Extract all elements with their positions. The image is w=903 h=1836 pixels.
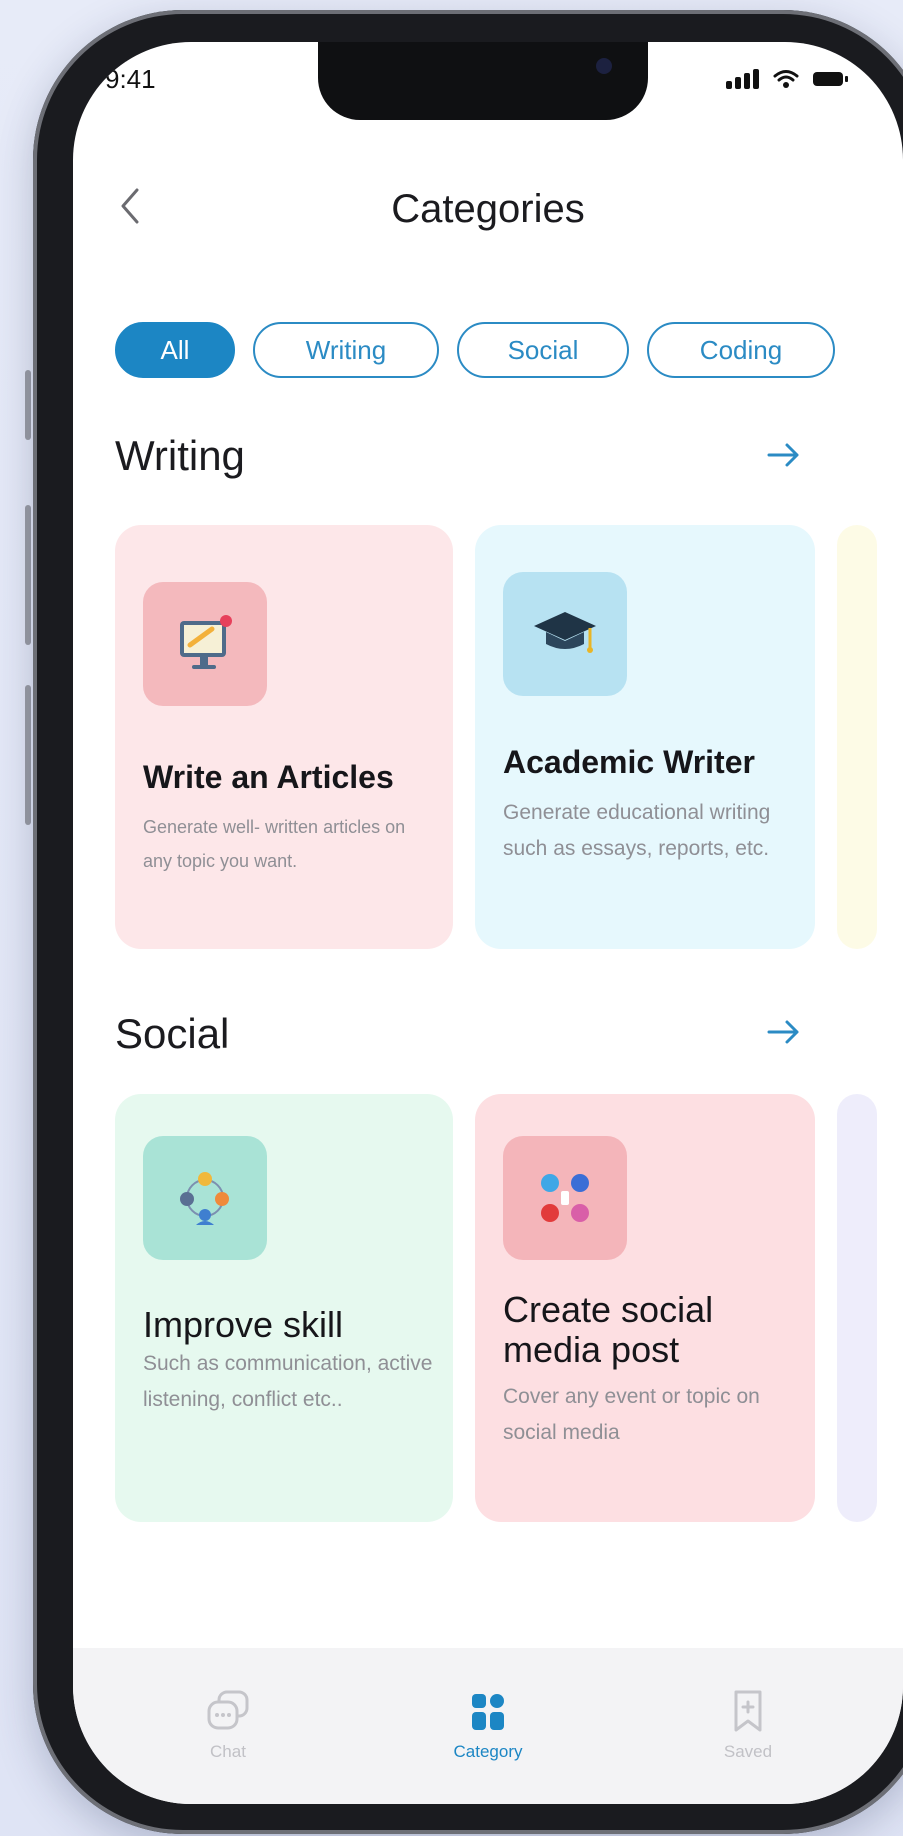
card-description: Such as communication, active listening,… <box>143 1352 433 1411</box>
grid-category-icon <box>472 1694 504 1730</box>
chip-writing[interactable]: Writing <box>253 322 439 378</box>
page-background: 9:41 Categories All Writing Social Codin <box>0 0 903 1836</box>
wifi-icon <box>773 70 799 88</box>
bookmark-icon <box>734 1690 762 1732</box>
tab-label: Saved <box>723 1742 773 1761</box>
phone-volume-down <box>25 685 31 825</box>
card-description: Cover any event or topic on social media <box>503 1385 760 1444</box>
card-academic-writer[interactable]: Academic Writer Generate educational wri… <box>475 525 815 949</box>
tab-saved[interactable]: Saved <box>668 1688 828 1762</box>
phone-screen: 9:41 Categories All Writing Social Codin <box>73 42 903 1804</box>
social-see-all-arrow-icon[interactable] <box>766 1017 802 1047</box>
card-social-media-post[interactable]: Create social media post Cover any event… <box>475 1094 815 1522</box>
front-camera <box>596 58 612 74</box>
card-title: Improve skill <box>143 1304 344 1345</box>
tab-category[interactable]: Category <box>408 1688 568 1762</box>
status-icons <box>726 69 848 89</box>
card-description: Generate educational writing such as ess… <box>503 801 771 860</box>
section-title-writing: Writing <box>115 432 245 479</box>
computer-writing-icon <box>143 582 267 706</box>
social-media-icon <box>503 1136 627 1260</box>
battery-icon <box>813 72 848 86</box>
card-title: Academic Writer <box>503 744 755 780</box>
dynamic-notch <box>318 42 648 120</box>
writing-see-all-arrow-icon[interactable] <box>766 440 802 470</box>
card-improve-skill[interactable]: Improve skill Such as communication, act… <box>115 1094 453 1522</box>
chip-coding[interactable]: Coding <box>647 322 835 378</box>
card-peek-next <box>837 525 877 949</box>
phone-silent-switch <box>25 370 31 440</box>
page-title: Categories <box>391 187 585 231</box>
team-network-icon <box>143 1136 267 1260</box>
chat-bubbles-icon <box>207 1690 249 1730</box>
phone-volume-up <box>25 505 31 645</box>
bottom-tab-bar: Chat Category Saved <box>73 1648 903 1804</box>
cellular-signal-icon <box>726 69 759 89</box>
chip-social[interactable]: Social <box>457 322 629 378</box>
tab-label: Category <box>453 1742 523 1761</box>
chip-all[interactable]: All <box>115 322 235 378</box>
tab-label: Chat <box>210 1742 246 1761</box>
card-title: Write an Articles <box>143 759 394 795</box>
card-peek-next <box>837 1094 877 1522</box>
status-time: 9:41 <box>105 64 156 94</box>
card-description: Generate well- written articles on any t… <box>143 817 406 871</box>
graduation-cap-icon <box>503 572 627 696</box>
tab-chat[interactable]: Chat <box>148 1688 308 1762</box>
card-title: Create social media post <box>503 1289 714 1370</box>
category-filter-chips: All Writing Social Coding <box>115 322 835 378</box>
section-title-social: Social <box>115 1010 230 1057</box>
card-write-articles[interactable]: Write an Articles Generate well- written… <box>115 525 453 949</box>
